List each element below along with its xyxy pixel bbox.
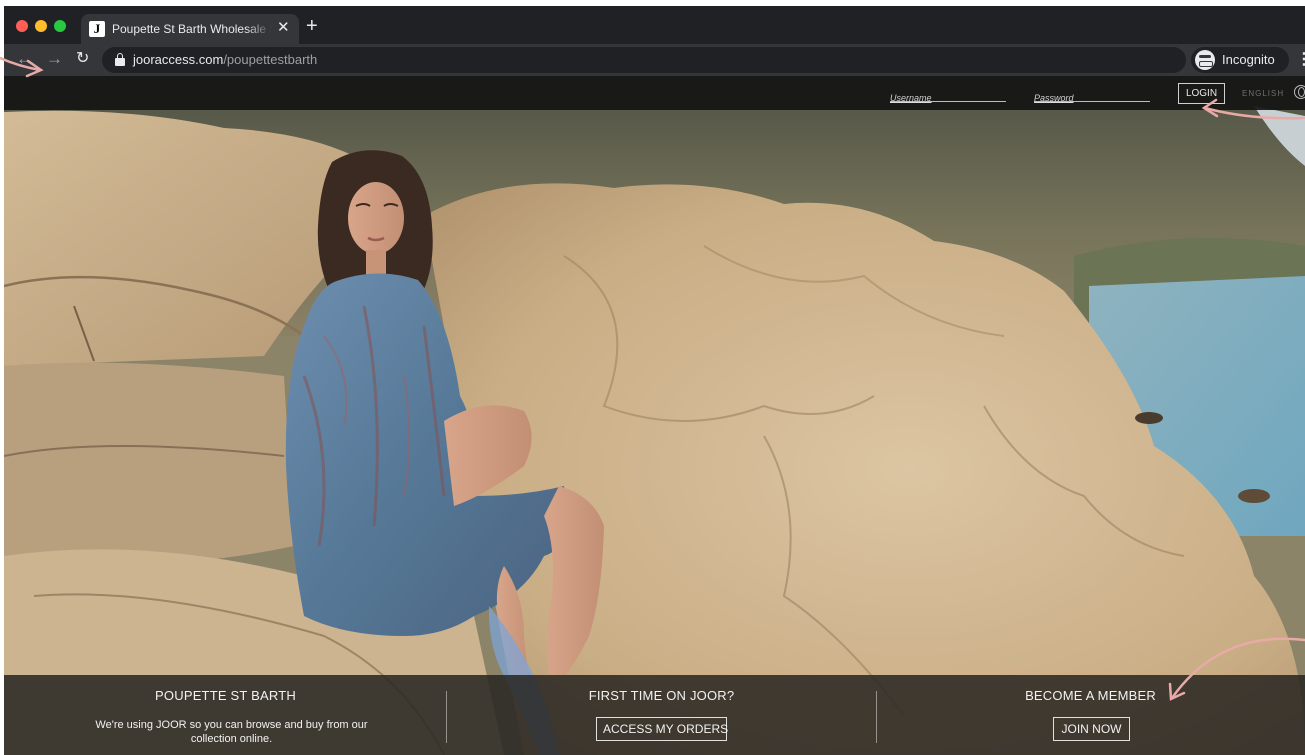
forward-arrow-icon[interactable]: → <box>46 49 63 69</box>
reload-icon[interactable]: ↻ <box>76 49 89 69</box>
access-my-orders-button[interactable]: ACCESS MY ORDERS <box>596 717 728 741</box>
footer-panel: POUPETTE ST BARTH We're using JOOR so yo… <box>4 675 1305 755</box>
tab-close-icon[interactable]: ✕ <box>277 20 290 36</box>
url-host: jooraccess.com <box>133 52 224 67</box>
member-title: BECOME A MEMBER <box>1025 688 1156 703</box>
address-bar[interactable]: jooraccess.com/poupettestbarth ☆ <box>102 47 1271 73</box>
close-window-button[interactable] <box>16 20 28 32</box>
username-input[interactable] <box>890 91 1006 105</box>
browser-tab[interactable]: J Poupette St Barth Wholesale S ✕ <box>81 14 299 44</box>
url-text[interactable]: jooraccess.com/poupettestbarth <box>133 52 317 67</box>
lock-icon[interactable] <box>115 53 125 66</box>
joor-favicon-icon: J <box>89 21 105 37</box>
incognito-icon <box>1195 50 1215 70</box>
password-field[interactable] <box>1034 88 1150 105</box>
back-arrow-icon[interactable]: ← <box>16 49 33 69</box>
globe-icon[interactable] <box>1294 85 1305 99</box>
first-time-title: FIRST TIME ON JOOR? <box>588 688 735 703</box>
brand-section: POUPETTE ST BARTH We're using JOOR so yo… <box>4 675 447 755</box>
first-time-section: FIRST TIME ON JOOR? ACCESS MY ORDERS <box>447 675 876 755</box>
tab-title: Poupette St Barth Wholesale S <box>112 22 272 36</box>
brand-title: POUPETTE ST BARTH <box>155 688 296 703</box>
member-section: BECOME A MEMBER JOIN NOW <box>876 675 1305 755</box>
login-button[interactable]: LOGIN <box>1178 83 1225 104</box>
more-menu-icon[interactable]: ⋮ <box>1296 49 1305 69</box>
new-tab-button[interactable]: + <box>306 16 318 36</box>
url-path: /poupettestbarth <box>223 52 318 67</box>
password-input[interactable] <box>1034 91 1150 105</box>
brand-description: We're using JOOR so you can browse and b… <box>95 719 368 745</box>
page-viewport: LOGIN ENGLISH POUPETTE ST BARTH We're us… <box>4 76 1305 755</box>
incognito-label: Incognito <box>1222 52 1275 67</box>
language-selector[interactable]: ENGLISH <box>1242 89 1284 98</box>
minimize-window-button[interactable] <box>35 20 47 32</box>
maximize-window-button[interactable] <box>54 20 66 32</box>
top-login-bar: LOGIN ENGLISH <box>4 76 1305 110</box>
username-field[interactable] <box>890 88 1006 105</box>
incognito-profile-button[interactable]: Incognito <box>1191 47 1289 73</box>
browser-toolbar: ← → ↻ jooraccess.com/poupettestbarth ☆ I… <box>4 44 1305 76</box>
hero-photo <box>4 76 1305 755</box>
browser-tab-bar: J Poupette St Barth Wholesale S ✕ + <box>4 6 1305 44</box>
join-now-button[interactable]: JOIN NOW <box>1053 717 1130 741</box>
